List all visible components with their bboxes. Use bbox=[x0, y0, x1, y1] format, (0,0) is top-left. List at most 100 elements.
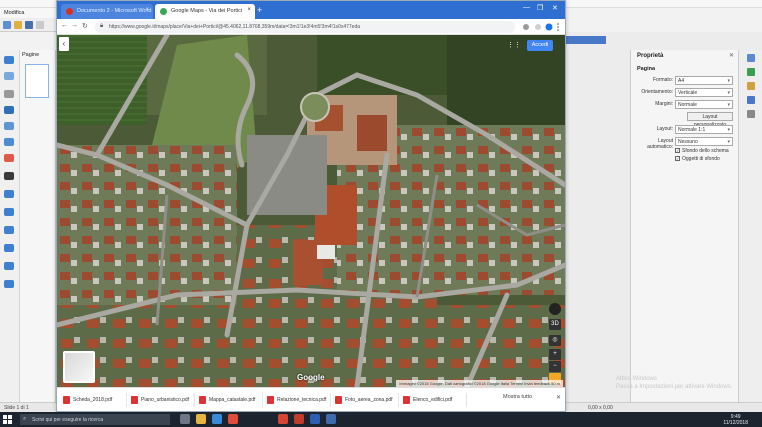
close-window-icon[interactable]: ✕ bbox=[552, 4, 558, 12]
apps-grid-icon[interactable]: ⋮⋮ bbox=[507, 41, 521, 49]
rectangle-tool-icon[interactable] bbox=[4, 122, 14, 130]
forward-icon[interactable]: → bbox=[71, 22, 78, 29]
back-icon[interactable]: ← bbox=[61, 22, 68, 29]
tab-word-document[interactable]: Documento 2 - Microsoft Word × bbox=[61, 4, 153, 19]
pdf-file-icon bbox=[267, 396, 274, 404]
orientation-row: Orientamento: Verticale bbox=[631, 88, 739, 98]
menu-modifica[interactable]: Modifica bbox=[4, 8, 24, 18]
sidebar-deck bbox=[738, 50, 762, 402]
extension-icon[interactable] bbox=[535, 24, 541, 30]
custom-layout-button[interactable]: Layout personalizzato bbox=[687, 112, 733, 128]
office-draw-icon[interactable] bbox=[326, 414, 336, 424]
windows-taskbar: ⌕ Scrivi qui per eseguire la ricerca 9:4… bbox=[0, 412, 762, 427]
minimize-icon[interactable]: — bbox=[523, 4, 530, 11]
text-tool-icon[interactable] bbox=[4, 90, 14, 98]
open-folder-icon[interactable] bbox=[14, 21, 22, 29]
properties-deck-icon[interactable] bbox=[747, 54, 755, 62]
download-item[interactable]: Relazione_tecnica.pdf bbox=[265, 393, 331, 407]
animation-deck-icon[interactable] bbox=[747, 82, 755, 90]
clock[interactable]: 9:49 11/12/2018 bbox=[723, 414, 748, 426]
tab-google-maps[interactable]: Google Maps - Via dei Portici × bbox=[155, 4, 255, 19]
office-menu-bar: Modifica bbox=[0, 8, 60, 18]
new-document-icon[interactable] bbox=[3, 21, 11, 29]
download-item[interactable]: Scheda_2018.pdf bbox=[61, 393, 127, 407]
line-tool-icon[interactable] bbox=[4, 106, 14, 114]
layout-select[interactable]: Normale 1:1 bbox=[675, 125, 733, 134]
arrows-tool-icon[interactable] bbox=[4, 226, 14, 234]
zoom-tool-icon[interactable] bbox=[4, 72, 14, 80]
orientation-select[interactable]: Verticale bbox=[675, 88, 733, 97]
close-tab-icon[interactable]: × bbox=[247, 7, 251, 13]
browser-window: Documento 2 - Microsoft Word × Google Ma… bbox=[56, 0, 566, 412]
zoom-in-button[interactable]: + bbox=[549, 349, 561, 360]
download-item-name: Mappa_catastale.pdf bbox=[209, 397, 256, 403]
chrome-icon[interactable] bbox=[228, 414, 238, 424]
profile-icon[interactable] bbox=[545, 23, 553, 31]
checkbox-check-icon: ✓ bbox=[675, 156, 680, 162]
download-item[interactable]: Mappa_catastale.pdf bbox=[197, 393, 263, 407]
shapes-tool-icon[interactable] bbox=[4, 190, 14, 198]
windows-start-icon[interactable] bbox=[3, 415, 12, 424]
activate-windows-hint: Passa a Impostazioni per attivare Window… bbox=[616, 384, 733, 390]
layers-toggle-thumbnail[interactable] bbox=[63, 351, 95, 383]
show-all-downloads-link[interactable]: Mostra tutto bbox=[503, 394, 532, 400]
sign-in-button[interactable]: Accedi bbox=[527, 40, 553, 51]
page-thumbnail[interactable] bbox=[25, 64, 49, 98]
tilt-3d-button[interactable]: 3D bbox=[549, 319, 561, 330]
callouts-tool-icon[interactable] bbox=[4, 262, 14, 270]
background-objects-checkbox[interactable]: ✓ Oggetti di sfondo bbox=[675, 156, 720, 162]
office-toolbar bbox=[0, 18, 60, 32]
map-controls: 3D ◎ + − bbox=[549, 303, 561, 384]
margins-select[interactable]: Normale bbox=[675, 100, 733, 109]
compass-icon[interactable] bbox=[549, 303, 561, 315]
save-icon[interactable] bbox=[25, 21, 33, 29]
navigator-deck-icon[interactable] bbox=[747, 96, 755, 104]
pen-tool-icon[interactable] bbox=[4, 154, 14, 162]
download-item-name: Scheda_2018.pdf bbox=[73, 397, 113, 403]
task-view-icon[interactable] bbox=[180, 414, 190, 424]
extensions-area bbox=[521, 22, 561, 32]
download-item[interactable]: Foto_aerea_zona.pdf bbox=[333, 393, 399, 407]
print-icon[interactable] bbox=[36, 21, 44, 29]
select-tool-icon[interactable] bbox=[4, 56, 14, 64]
flowchart-tool-icon[interactable] bbox=[4, 244, 14, 252]
gallery-deck-icon[interactable] bbox=[747, 68, 755, 76]
background-checkbox[interactable]: ✓ Sfondo dello schema bbox=[675, 148, 729, 154]
satellite-map[interactable]: ‹ ⋮⋮ Accedi Google 3D ◎ + − Immagini ©20… bbox=[57, 35, 565, 387]
ellipse-tool-icon[interactable] bbox=[4, 138, 14, 146]
close-download-bar-icon[interactable]: ✕ bbox=[556, 394, 561, 401]
download-bar: Scheda_2018.pdf Piano_urbanistico.pdf Ma… bbox=[57, 387, 565, 411]
collapse-panel-icon[interactable]: ‹ bbox=[59, 37, 69, 51]
close-tab-icon[interactable]: × bbox=[145, 7, 149, 13]
word-icon[interactable] bbox=[310, 414, 320, 424]
address-bar[interactable]: 🔒︎ https://www.google.it/maps/place/Via+… bbox=[95, 21, 515, 33]
pdf-app-icon[interactable] bbox=[294, 414, 304, 424]
download-item[interactable]: Elenco_edifici.pdf bbox=[401, 393, 467, 407]
download-item-name: Foto_aerea_zona.pdf bbox=[345, 397, 393, 403]
maximize-icon[interactable]: ❐ bbox=[537, 4, 543, 12]
styles-deck-icon[interactable] bbox=[747, 110, 755, 118]
file-explorer-icon[interactable] bbox=[196, 414, 206, 424]
system-tray: 9:49 11/12/2018 bbox=[648, 413, 758, 426]
connector-tool-icon[interactable] bbox=[4, 172, 14, 180]
close-icon[interactable]: ✕ bbox=[729, 52, 734, 59]
drawing-toolbar bbox=[0, 50, 20, 402]
taskbar-search-box[interactable]: ⌕ Scrivi qui per eseguire la ricerca bbox=[20, 414, 170, 425]
background-checkbox-label: Sfondo dello schema bbox=[682, 148, 729, 154]
stars-tool-icon[interactable] bbox=[4, 280, 14, 288]
symbol-tool-icon[interactable] bbox=[4, 208, 14, 216]
margins-label: Margini: bbox=[655, 101, 673, 107]
star-icon[interactable] bbox=[523, 24, 529, 30]
location-icon[interactable]: ◎ bbox=[549, 335, 561, 346]
auto-layout-select[interactable]: Nessuno bbox=[675, 137, 733, 146]
store-icon[interactable] bbox=[212, 414, 222, 424]
zoom-out-button[interactable]: − bbox=[549, 361, 561, 372]
reload-icon[interactable]: ↻ bbox=[82, 22, 88, 30]
download-item[interactable]: Piano_urbanistico.pdf bbox=[129, 393, 195, 407]
menu-icon[interactable] bbox=[557, 23, 559, 25]
format-select[interactable]: A4 bbox=[675, 76, 733, 85]
maps-favicon-icon bbox=[160, 8, 167, 15]
checkbox-check-icon: ✓ bbox=[675, 148, 680, 154]
acrobat-icon[interactable] bbox=[278, 414, 288, 424]
new-tab-icon[interactable]: + bbox=[257, 4, 262, 16]
